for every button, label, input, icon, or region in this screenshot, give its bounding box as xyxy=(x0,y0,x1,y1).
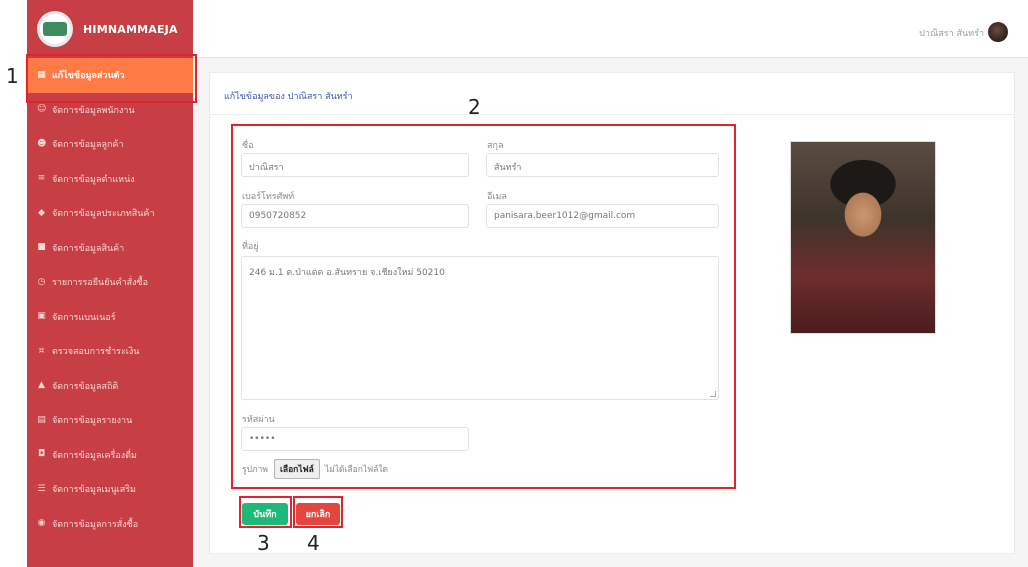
brand-logo xyxy=(37,11,73,47)
sidebar-item-7[interactable]: ◷ รายการรอยืนยันคำสั่งซื้อ xyxy=(27,265,193,300)
chart-icon: ▲ xyxy=(38,380,45,391)
sidebar-item-label: จัดการข้อมูลการสั่งซื้อ xyxy=(52,519,139,530)
brand[interactable]: HIMNAMMAEJA xyxy=(27,0,193,58)
sidebar-item-5[interactable]: ◆ จัดการข้อมูลประเภทสินค้า xyxy=(27,196,193,231)
app-root: HIMNAMMAEJA ▦ แก้ไขข้อมูลส่วนตัว ☺ จัดการข้… xyxy=(0,0,1028,567)
user-icon: ☻ xyxy=(37,138,47,149)
sidebar-item-14[interactable]: ◉ จัดการข้อมูลการสั่งซื้อ xyxy=(27,507,193,542)
sidebar-item-label: จัดการข้อมูลพนักงาน xyxy=(52,105,135,116)
image-icon: ▣ xyxy=(37,311,46,322)
user-name[interactable]: ปาณิสรา สันทรำ xyxy=(919,26,984,40)
annotation-box-1 xyxy=(26,54,197,103)
sidebar-item-12[interactable]: ◘ จัดการข้อมูลเครื่องดื่ม xyxy=(27,438,193,473)
money-icon: ¤ xyxy=(38,345,45,356)
cart-icon: ◉ xyxy=(37,518,46,529)
sidebar-item-label: จัดการข้อมูลตำแหน่ง xyxy=(52,174,135,185)
avatar[interactable] xyxy=(988,22,1008,42)
annotation-box-4 xyxy=(293,496,343,528)
sidebar-item-4[interactable]: ≡ จัดการข้อมูลตำแหน่ง xyxy=(27,162,193,197)
report-icon: ▤ xyxy=(37,414,46,425)
list-icon: ≡ xyxy=(37,173,46,184)
sidebar-item-6[interactable]: ■ จัดการข้อมูลสินค้า xyxy=(27,231,193,266)
sidebar-item-label: จัดการข้อมูลเมนูเสริม xyxy=(52,485,136,496)
sidebar-item-label: จัดการแบนเนอร์ xyxy=(52,312,116,323)
box-icon: ■ xyxy=(37,242,46,253)
annotation-number-2: 2 xyxy=(468,95,481,119)
cup-icon: ◘ xyxy=(37,449,46,460)
users-icon: ☺ xyxy=(37,104,47,115)
brand-name: HIMNAMMAEJA xyxy=(83,22,178,36)
sidebar-item-8[interactable]: ▣ จัดการแบนเนอร์ xyxy=(27,300,193,335)
sidebar-nav: ▦ แก้ไขข้อมูลส่วนตัว ☺ จัดการข้อมูลพนักงาน ☻… xyxy=(27,58,193,541)
sidebar-item-label: จัดการข้อมูลเครื่องดื่ม xyxy=(52,450,137,461)
sidebar-item-13[interactable]: ☰ จัดการข้อมูลเมนูเสริม xyxy=(27,472,193,507)
annotation-number-4: 4 xyxy=(307,531,320,555)
annotation-box-3 xyxy=(239,496,292,528)
profile-photo xyxy=(790,141,936,334)
tag-icon: ◆ xyxy=(38,207,45,218)
annotation-box-2 xyxy=(231,124,736,489)
annotation-number-1: 1 xyxy=(6,64,19,88)
clock-icon: ◷ xyxy=(37,276,46,287)
sidebar-item-3[interactable]: ☻ จัดการข้อมูลลูกค้า xyxy=(27,127,193,162)
topbar: ปาณิสรา สันทรำ xyxy=(193,0,1028,58)
card-title: แก้ไขข้อมูลของ ปาณิสรา สันทรำ xyxy=(210,73,1014,115)
annotation-number-3: 3 xyxy=(257,531,270,555)
sidebar-item-label: จัดการข้อมูลประเภทสินค้า xyxy=(52,209,155,220)
sidebar-item-label: จัดการข้อมูลรายงาน xyxy=(52,416,133,427)
sidebar-item-11[interactable]: ▤ จัดการข้อมูลรายงาน xyxy=(27,403,193,438)
sidebar-item-label: จัดการข้อมูลสถิติ xyxy=(52,381,119,392)
sidebar-item-label: ตรวจสอบการชำระเงิน xyxy=(52,347,140,358)
sidebar-item-10[interactable]: ▲ จัดการข้อมูลสถิติ xyxy=(27,369,193,404)
sidebar-item-label: จัดการข้อมูลลูกค้า xyxy=(52,140,124,151)
sidebar-item-label: จัดการข้อมูลสินค้า xyxy=(52,243,125,254)
sidebar-item-9[interactable]: ¤ ตรวจสอบการชำระเงิน xyxy=(27,334,193,369)
menu-icon: ☰ xyxy=(37,483,46,494)
sidebar-item-label: รายการรอยืนยันคำสั่งซื้อ xyxy=(52,278,149,289)
